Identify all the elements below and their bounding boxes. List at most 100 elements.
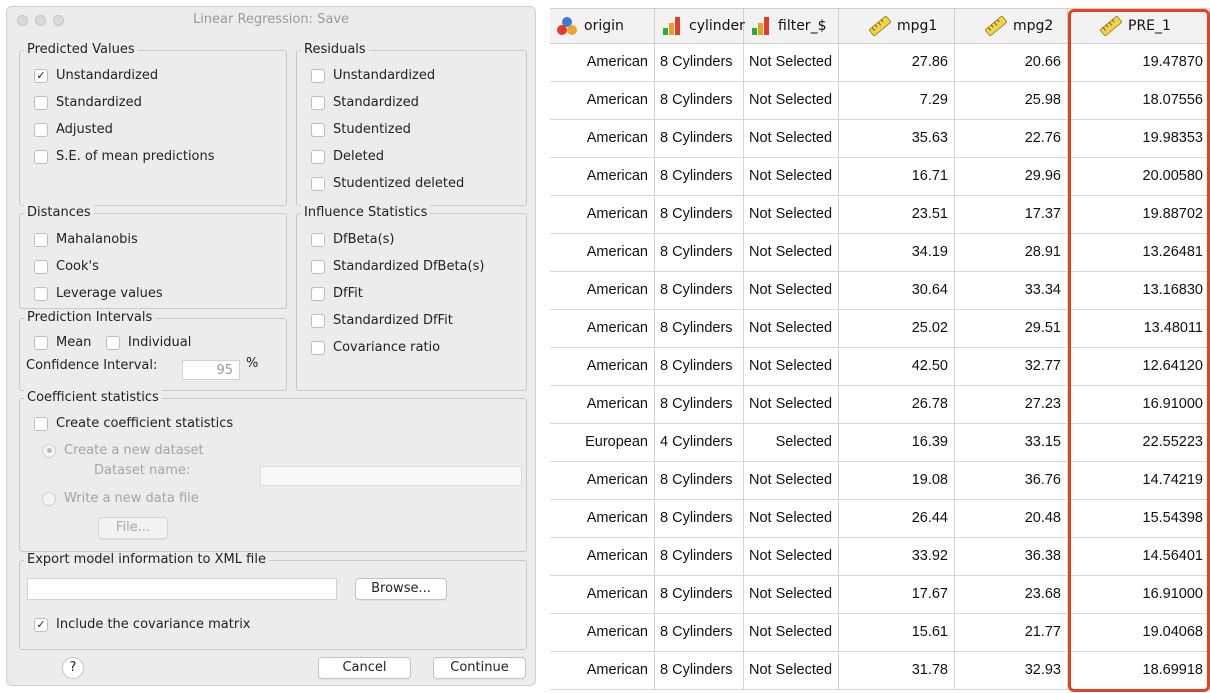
cell-origin[interactable]: American	[550, 462, 655, 499]
cell-cylinder[interactable]: 8 Cylinders	[655, 196, 744, 233]
cell-pre1[interactable]: 16.91000	[1068, 386, 1210, 423]
cell-mpg1[interactable]: 30.64	[839, 272, 955, 309]
cooks-option[interactable]: Cook's	[34, 259, 99, 274]
cell-pre1[interactable]: 13.16830	[1068, 272, 1210, 309]
cell-pre1[interactable]: 13.26481	[1068, 234, 1210, 271]
cell-mpg1[interactable]: 19.08	[839, 462, 955, 499]
cell-cylinder[interactable]: 8 Cylinders	[655, 44, 744, 81]
confidence-interval-input[interactable]: 95	[182, 360, 240, 380]
cell-mpg1[interactable]: 35.63	[839, 120, 955, 157]
cell-mpg2[interactable]: 25.98	[955, 82, 1068, 119]
cell-cylinder[interactable]: 8 Cylinders	[655, 538, 744, 575]
cell-mpg1[interactable]: 16.39	[839, 424, 955, 461]
cell-origin[interactable]: American	[550, 158, 655, 195]
cell-cylinder[interactable]: 8 Cylinders	[655, 82, 744, 119]
cell-origin[interactable]: American	[550, 82, 655, 119]
cell-filter[interactable]: Not Selected	[744, 614, 839, 651]
checkbox[interactable]	[34, 149, 48, 164]
column-header-mpg1[interactable]: mpg1	[839, 9, 955, 43]
cell-mpg2[interactable]: 27.23	[955, 386, 1068, 423]
dataset-name-input[interactable]	[260, 466, 522, 486]
column-header-cylinder[interactable]: cylinder	[655, 9, 745, 43]
cell-filter[interactable]: Not Selected	[744, 44, 839, 81]
checkbox[interactable]	[311, 122, 325, 137]
cell-origin[interactable]: American	[550, 234, 655, 271]
cell-filter[interactable]: Not Selected	[744, 310, 839, 347]
cell-mpg1[interactable]: 7.29	[839, 82, 955, 119]
checkbox[interactable]: ✓	[34, 617, 48, 632]
cell-filter[interactable]: Not Selected	[744, 462, 839, 499]
cell-cylinder[interactable]: 8 Cylinders	[655, 234, 744, 271]
std-dffit-option[interactable]: Standardized DfFit	[311, 313, 453, 328]
checkbox[interactable]	[311, 340, 325, 355]
cell-mpg2[interactable]: 32.93	[955, 652, 1068, 689]
radio-button[interactable]	[42, 491, 56, 506]
dfbeta-option[interactable]: DfBeta(s)	[311, 232, 394, 247]
cell-filter[interactable]: Not Selected	[744, 652, 839, 689]
cell-mpg2[interactable]: 21.77	[955, 614, 1068, 651]
checkbox[interactable]	[311, 259, 325, 274]
std-dfbeta-option[interactable]: Standardized DfBeta(s)	[311, 259, 484, 274]
cell-mpg1[interactable]: 31.78	[839, 652, 955, 689]
cell-mpg2[interactable]: 17.37	[955, 196, 1068, 233]
cell-origin[interactable]: American	[550, 196, 655, 233]
cell-mpg2[interactable]: 32.77	[955, 348, 1068, 385]
pred-adjusted-option[interactable]: Adjusted	[34, 122, 113, 137]
covariance-ratio-option[interactable]: Covariance ratio	[311, 340, 440, 355]
cell-mpg1[interactable]: 16.71	[839, 158, 955, 195]
help-button[interactable]: ?	[62, 657, 84, 679]
checkbox[interactable]	[311, 95, 325, 110]
radio-button[interactable]	[42, 443, 56, 458]
checkbox[interactable]	[311, 286, 325, 301]
cell-cylinder[interactable]: 8 Cylinders	[655, 158, 744, 195]
checkbox[interactable]	[311, 149, 325, 164]
cell-mpg2[interactable]: 29.96	[955, 158, 1068, 195]
cell-filter[interactable]: Not Selected	[744, 576, 839, 613]
cell-mpg1[interactable]: 42.50	[839, 348, 955, 385]
continue-button[interactable]: Continue	[433, 657, 526, 679]
dffit-option[interactable]: DfFit	[311, 286, 363, 301]
cell-pre1[interactable]: 19.04068	[1068, 614, 1210, 651]
cell-pre1[interactable]: 12.64120	[1068, 348, 1210, 385]
include-covariance-option[interactable]: ✓ Include the covariance matrix	[34, 617, 251, 632]
cell-origin[interactable]: American	[550, 614, 655, 651]
res-deleted-option[interactable]: Deleted	[311, 149, 384, 164]
checkbox[interactable]	[311, 313, 325, 328]
cell-filter[interactable]: Not Selected	[744, 348, 839, 385]
cell-origin[interactable]: American	[550, 576, 655, 613]
column-header-origin[interactable]: origin	[550, 9, 655, 43]
cell-filter[interactable]: Selected	[744, 424, 839, 461]
cell-cylinder[interactable]: 8 Cylinders	[655, 348, 744, 385]
cell-cylinder[interactable]: 8 Cylinders	[655, 614, 744, 651]
cell-cylinder[interactable]: 8 Cylinders	[655, 120, 744, 157]
cell-pre1[interactable]: 14.56401	[1068, 538, 1210, 575]
column-header-pre1[interactable]: PRE_1	[1068, 9, 1210, 43]
checkbox[interactable]	[106, 335, 120, 350]
cell-mpg2[interactable]: 33.34	[955, 272, 1068, 309]
cell-pre1[interactable]: 13.48011	[1068, 310, 1210, 347]
cell-cylinder[interactable]: 4 Cylinders	[655, 424, 744, 461]
cell-filter[interactable]: Not Selected	[744, 196, 839, 233]
cell-cylinder[interactable]: 8 Cylinders	[655, 576, 744, 613]
cell-pre1[interactable]: 19.47870	[1068, 44, 1210, 81]
cell-mpg2[interactable]: 23.68	[955, 576, 1068, 613]
cell-pre1[interactable]: 14.74219	[1068, 462, 1210, 499]
cell-origin[interactable]: American	[550, 500, 655, 537]
cell-cylinder[interactable]: 8 Cylinders	[655, 386, 744, 423]
cell-pre1[interactable]: 18.69918	[1068, 652, 1210, 689]
cell-filter[interactable]: Not Selected	[744, 386, 839, 423]
cell-filter[interactable]: Not Selected	[744, 500, 839, 537]
cell-origin[interactable]: American	[550, 120, 655, 157]
cell-mpg2[interactable]: 20.66	[955, 44, 1068, 81]
cell-pre1[interactable]: 19.88702	[1068, 196, 1210, 233]
cell-mpg2[interactable]: 33.15	[955, 424, 1068, 461]
checkbox[interactable]	[34, 286, 48, 301]
column-header-mpg2[interactable]: mpg2	[955, 9, 1068, 43]
cell-pre1[interactable]: 22.55223	[1068, 424, 1210, 461]
new-dataset-radio[interactable]: Create a new dataset	[42, 443, 204, 458]
cell-mpg1[interactable]: 17.67	[839, 576, 955, 613]
cell-filter[interactable]: Not Selected	[744, 538, 839, 575]
cell-cylinder[interactable]: 8 Cylinders	[655, 500, 744, 537]
checkbox[interactable]	[34, 95, 48, 110]
cell-mpg2[interactable]: 36.76	[955, 462, 1068, 499]
